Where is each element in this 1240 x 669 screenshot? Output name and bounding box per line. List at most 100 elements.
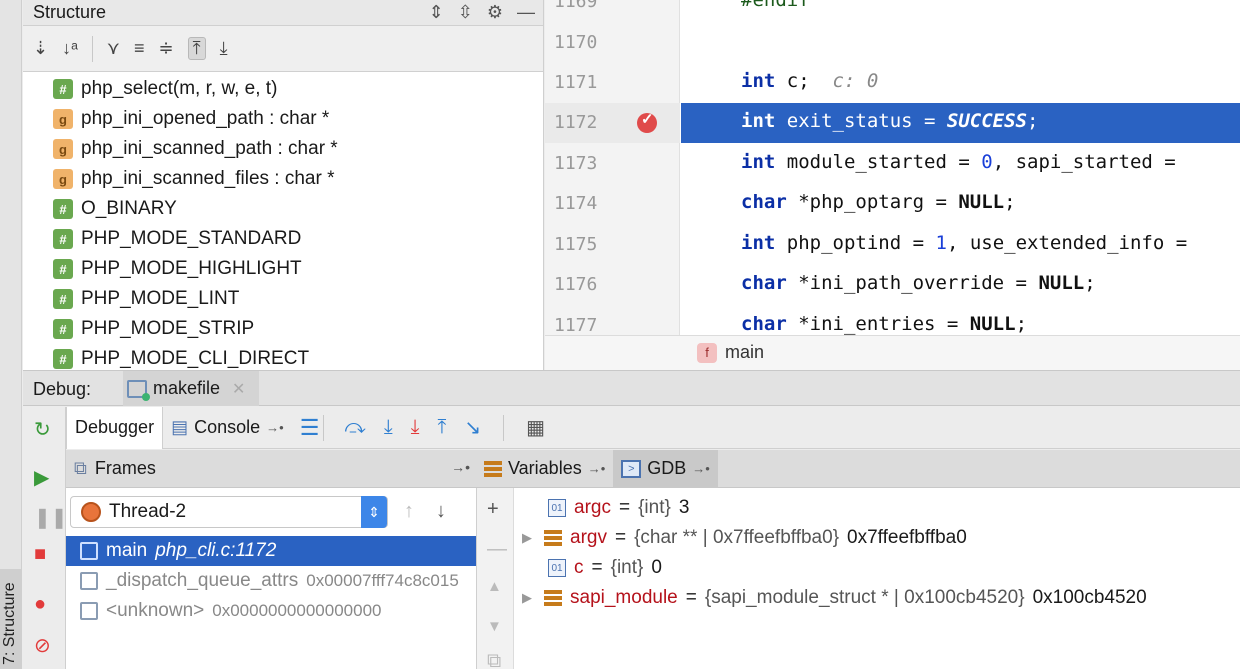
sort-by-visibility-icon[interactable]: ⇣ — [33, 38, 48, 59]
rerun-icon[interactable]: ↻ — [34, 417, 51, 442]
define-icon: # — [53, 289, 73, 309]
mute-breakpoints-icon[interactable]: ⊘ — [34, 633, 51, 658]
function-icon: f — [697, 342, 717, 363]
variable-row[interactable]: ▶ sapi_module = {sapi_module_struct * | … — [522, 583, 1147, 613]
global-variable-icon: g — [53, 109, 73, 129]
step-out-icon[interactable]: ⤒ — [438, 416, 447, 439]
copy-icon[interactable]: ⧉ — [487, 650, 501, 669]
code-line[interactable]: 1175 int php_optind = 1, use_extended_in… — [545, 225, 1240, 265]
expand-arrow-icon[interactable]: ▶ — [522, 590, 536, 606]
global-variable-icon: g — [53, 169, 73, 189]
force-step-into-icon[interactable]: ⤓ — [411, 416, 420, 439]
sort-alphabetically-icon[interactable]: ↓ᵃ — [62, 38, 78, 59]
code-line[interactable]: 1177 char *ini_entries = NULL; — [545, 306, 1240, 335]
expand-all-icon[interactable]: ⇕ — [429, 2, 444, 23]
close-icon[interactable]: ✕ — [232, 379, 245, 399]
primitive-type-icon: 01 — [548, 559, 566, 577]
move-down-icon[interactable]: ▼ — [487, 618, 502, 635]
console-icon: ▤ — [171, 417, 189, 437]
breadcrumb[interactable]: f main — [697, 342, 764, 363]
code-text: char *ini_entries = NULL; — [741, 313, 1028, 335]
code-line[interactable]: 1173 int module_started = 0, sapi_starte… — [545, 144, 1240, 184]
debug-tool-header: Debug: makefile ✕ — [23, 370, 1240, 406]
step-over-icon[interactable]: ⤓ — [384, 416, 393, 439]
toolbar-separator — [91, 35, 93, 62]
code-line[interactable]: 1174 char *php_optarg = NULL; — [545, 184, 1240, 224]
run-to-cursor-icon[interactable]: ↘ — [464, 415, 481, 440]
next-frame-icon[interactable]: ↓ — [436, 500, 446, 523]
structure-item-label: php_ini_scanned_path : char * — [81, 138, 338, 159]
structure-item-label: PHP_MODE_STANDARD — [81, 228, 302, 249]
pin-icon[interactable]: →• — [451, 459, 470, 475]
structure-item[interactable]: # php_select(m, r, w, e, t) — [23, 74, 543, 104]
structure-panel: Structure ⇕ ⇳ ⚙ — ⇣ ↓ᵃ ⋎ ≡ ≑ ⤒ ⤓ # php_se… — [23, 0, 544, 370]
move-up-icon[interactable]: ▲ — [487, 578, 502, 595]
structure-item[interactable]: # PHP_MODE_STRIP — [23, 314, 543, 344]
code-line[interactable]: 1176 char *ini_path_override = NULL; — [545, 265, 1240, 305]
tab-variables[interactable]: Variables →• — [476, 450, 613, 488]
structure-tool-tab[interactable]: 7: Structure — [0, 569, 22, 669]
collapse-all-icon[interactable]: ⇳ — [458, 2, 473, 23]
expand-icon[interactable]: ≡ — [134, 38, 145, 59]
variable-row[interactable]: 01 argc = {int} 3 — [526, 493, 689, 523]
pause-icon[interactable]: ❚❚ — [34, 505, 68, 530]
autoscroll-from-source-icon[interactable]: ⤓ — [220, 38, 228, 59]
run-config-tab[interactable]: makefile ✕ — [123, 371, 260, 406]
add-watch-icon[interactable]: + — [487, 498, 499, 521]
remove-watch-icon[interactable]: — — [487, 538, 507, 561]
minimize-icon[interactable]: — — [517, 2, 535, 23]
previous-frame-icon[interactable]: ↑ — [404, 500, 414, 523]
structure-item[interactable]: g php_ini_scanned_path : char * — [23, 134, 543, 164]
code-line[interactable]: 1169 #endif — [545, 0, 1240, 22]
frame-icon — [80, 572, 98, 590]
frame-row[interactable]: main php_cli.c:1172 — [66, 536, 476, 566]
variable-row[interactable]: 01 c = {int} 0 — [526, 553, 662, 583]
toolbar-separator — [323, 414, 325, 441]
code-line[interactable]: 1170 — [545, 23, 1240, 63]
current-execution-line[interactable]: 1172 int exit_status = SUCCESS; — [545, 103, 1240, 143]
debug-label: Debug: — [33, 379, 92, 399]
run-config-label: makefile — [153, 378, 221, 398]
hamburger-menu-icon[interactable]: ☰ — [300, 415, 320, 441]
variable-value: 0x100cb4520 — [1032, 587, 1147, 608]
pin-icon[interactable]: →• — [266, 420, 284, 435]
structure-item[interactable]: # O_BINARY — [23, 194, 543, 224]
gear-icon[interactable]: ⚙ — [487, 2, 503, 23]
chevron-updown-icon[interactable]: ⇕ — [361, 496, 387, 528]
gdb-icon: > — [621, 459, 642, 478]
structure-item[interactable]: g php_ini_opened_path : char * — [23, 104, 543, 134]
structure-item[interactable]: # PHP_MODE_LINT — [23, 284, 543, 314]
frame-row[interactable]: <unknown> 0x0000000000000000 — [66, 596, 476, 626]
code-line[interactable]: 1171 int c; c: 0 — [545, 63, 1240, 103]
code-text: #endif — [741, 0, 810, 11]
filter-icon[interactable]: ⋎ — [107, 38, 120, 59]
view-breakpoints-icon[interactable]: ● — [34, 593, 46, 616]
frame-row[interactable]: _dispatch_queue_attrs 0x00007fff74c8c015 — [66, 566, 476, 596]
tab-gdb[interactable]: > GDB →• — [613, 449, 718, 488]
structure-item-label: PHP_MODE_STRIP — [81, 318, 255, 339]
code-editor[interactable]: 1169 #endif 1170 1171 int c; c: 0 1172 i… — [545, 0, 1240, 335]
stop-icon[interactable]: ■ — [34, 543, 46, 566]
tab-console[interactable]: ▤ Console →• — [163, 407, 292, 449]
collapse-icon[interactable]: ≑ — [159, 38, 174, 59]
resume-icon[interactable]: ▶ — [34, 465, 49, 490]
breakpoint-icon[interactable] — [637, 110, 657, 133]
structure-item-label: O_BINARY — [81, 198, 177, 219]
variable-name: c — [574, 557, 584, 578]
tab-debugger[interactable]: Debugger — [66, 406, 164, 449]
structure-item-label: php_ini_opened_path : char * — [81, 108, 330, 129]
evaluate-expression-icon[interactable]: ▦ — [526, 415, 545, 440]
structure-item[interactable]: g php_ini_scanned_files : char * — [23, 164, 543, 194]
thread-select[interactable]: Thread-2 ⇕ — [70, 496, 388, 528]
autoscroll-to-source-icon[interactable]: ⤒ — [187, 37, 206, 60]
variable-row[interactable]: ▶ argv = {char ** | 0x7ffeefbffba0} 0x7f… — [522, 523, 967, 553]
structure-item[interactable]: # PHP_MODE_HIGHLIGHT — [23, 254, 543, 284]
structure-item[interactable]: # PHP_MODE_STANDARD — [23, 224, 543, 254]
expand-arrow-icon[interactable]: ▶ — [522, 530, 536, 546]
line-number: 1176 — [554, 274, 598, 295]
pin-icon[interactable]: →• — [692, 461, 710, 476]
define-icon: # — [53, 199, 73, 219]
debugger-toolbar: Debugger ▤ Console →• ☰ ⤼ ⤓ ⤓ ⤒ ↘ ▦ — [66, 406, 1240, 449]
pin-icon[interactable]: →• — [588, 461, 606, 476]
show-execution-point-icon[interactable]: ⤼ — [344, 416, 365, 439]
